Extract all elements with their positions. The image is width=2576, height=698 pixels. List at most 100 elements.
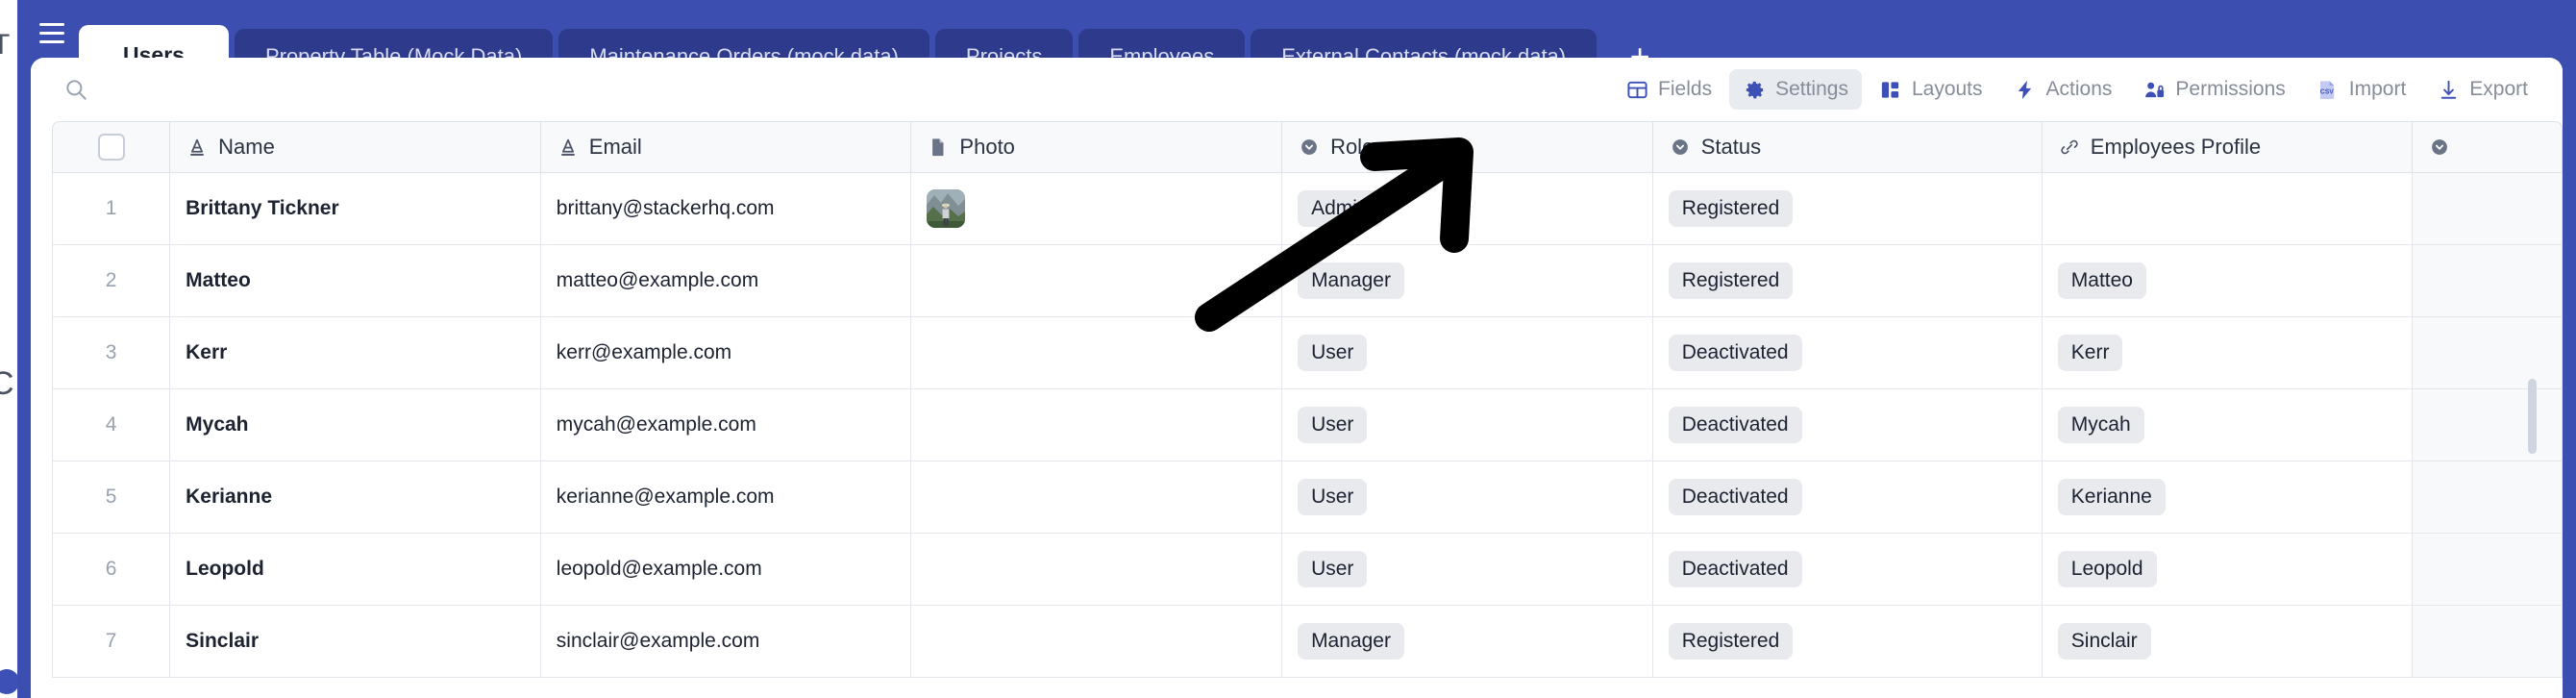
table-row[interactable]: 3 Kerr kerr@example.com User Deactivated Kerr — [52, 317, 2563, 389]
profile-cell[interactable]: Leopold — [2042, 534, 2414, 606]
toolbar-item-label: Export — [2469, 78, 2528, 100]
role-cell[interactable]: User — [1282, 317, 1653, 389]
column-header-select[interactable] — [2413, 121, 2563, 173]
column-header-employees-profile[interactable]: Employees Profile — [2042, 121, 2414, 173]
overflow-cell[interactable] — [2413, 317, 2563, 389]
vertical-scrollbar-thumb[interactable] — [2528, 379, 2537, 454]
toolbar-item-label: Layouts — [1911, 78, 1983, 100]
status-cell[interactable]: Deactivated — [1652, 317, 2043, 389]
toolbar-item-label: Fields — [1658, 78, 1713, 100]
row-number-cell[interactable]: 4 — [52, 389, 171, 461]
status-cell[interactable]: Registered — [1652, 606, 2043, 678]
row-number-cell[interactable]: 5 — [52, 461, 171, 534]
table-row[interactable]: 2 Matteo matteo@example.com Manager Register… — [52, 245, 2563, 317]
role-cell-badge: User — [1298, 407, 1368, 443]
profile-cell[interactable]: Sinclair — [2042, 606, 2414, 678]
table-header-row: Name Email Photo Role Status Employees P… — [52, 121, 2563, 173]
import-button[interactable]: CSV Import — [2303, 69, 2420, 110]
row-number-cell[interactable]: 3 — [52, 317, 171, 389]
table-row[interactable]: 4 Mycah mycah@example.com User Deactivated My… — [52, 389, 2563, 461]
role-cell[interactable]: Admin — [1282, 173, 1653, 245]
profile-cell[interactable]: Mycah — [2042, 389, 2414, 461]
email-cell[interactable]: brittany@stackerhq.com — [540, 173, 912, 245]
settings-button[interactable]: Settings — [1729, 69, 1862, 110]
role-cell-badge: Admin — [1298, 190, 1382, 227]
photo-cell[interactable] — [911, 606, 1283, 678]
role-cell[interactable]: Manager — [1282, 606, 1653, 678]
name-cell[interactable]: Brittany Tickner — [170, 173, 541, 245]
profile-cell[interactable]: Kerianne — [2042, 461, 2414, 534]
row-number-cell[interactable]: 2 — [52, 245, 171, 317]
column-header-name[interactable]: Name — [170, 121, 541, 173]
overflow-cell[interactable] — [2413, 389, 2563, 461]
ghost-text-fragment: C — [0, 365, 14, 402]
role-cell[interactable]: User — [1282, 461, 1653, 534]
row-number-cell[interactable]: 6 — [52, 534, 171, 606]
ghost-text-fragment: T — [0, 29, 11, 61]
table-row[interactable]: 1 Brittany Tickner brittany@stackerhq.com A… — [52, 173, 2563, 245]
photo-cell[interactable] — [911, 389, 1283, 461]
photo-cell[interactable] — [911, 317, 1283, 389]
photo-cell[interactable] — [911, 245, 1283, 317]
email-cell[interactable]: matteo@example.com — [540, 245, 912, 317]
column-header-photo[interactable]: Photo — [911, 121, 1283, 173]
email-cell[interactable]: sinclair@example.com — [540, 606, 912, 678]
photo-cell[interactable] — [911, 461, 1283, 534]
fields-button[interactable]: Fields — [1612, 69, 1725, 110]
table-container: Name Email Photo Role Status Employees P… — [52, 121, 2563, 698]
name-cell[interactable]: Leopold — [170, 534, 541, 606]
dropdown-icon — [1298, 136, 1321, 159]
toolbar-item-label: Import — [2348, 78, 2407, 100]
name-cell[interactable]: Kerianne — [170, 461, 541, 534]
overflow-cell[interactable] — [2413, 461, 2563, 534]
email-cell[interactable]: mycah@example.com — [540, 389, 912, 461]
status-cell[interactable]: Deactivated — [1652, 534, 2043, 606]
table-row[interactable]: 5 Kerianne kerianne@example.com User Deactiv… — [52, 461, 2563, 534]
overflow-cell[interactable] — [2413, 534, 2563, 606]
status-cell[interactable]: Deactivated — [1652, 389, 2043, 461]
row-number-cell[interactable]: 1 — [52, 173, 171, 245]
column-header-status[interactable]: Status — [1652, 121, 2043, 173]
column-header-email[interactable]: Email — [540, 121, 912, 173]
toolbar-actions: Fields Settings Layouts Actions Permissio… — [1612, 69, 2541, 110]
email-cell[interactable]: kerr@example.com — [540, 317, 912, 389]
search-icon[interactable] — [60, 73, 92, 106]
status-cell-badge: Deactivated — [1668, 479, 1802, 515]
name-cell[interactable]: Matteo — [170, 245, 541, 317]
profile-cell-badge: Mycah — [2057, 407, 2144, 443]
profile-cell-badge: Kerr — [2057, 335, 2123, 371]
column-header-select[interactable] — [52, 121, 171, 173]
overflow-cell[interactable] — [2413, 606, 2563, 678]
name-cell[interactable]: Mycah — [170, 389, 541, 461]
column-header-label: Name — [218, 135, 275, 159]
permissions-button[interactable]: Permissions — [2129, 69, 2298, 110]
name-cell[interactable]: Sinclair — [170, 606, 541, 678]
layouts-button[interactable]: Layouts — [1866, 69, 1996, 110]
overflow-cell[interactable] — [2413, 173, 2563, 245]
actions-button[interactable]: Actions — [2000, 69, 2126, 110]
role-cell[interactable]: User — [1282, 389, 1653, 461]
overflow-cell[interactable] — [2413, 245, 2563, 317]
column-header-role[interactable]: Role — [1282, 121, 1653, 173]
status-cell[interactable]: Registered — [1652, 245, 2043, 317]
profile-cell[interactable]: Kerr — [2042, 317, 2414, 389]
role-cell[interactable]: User — [1282, 534, 1653, 606]
photo-cell[interactable] — [911, 534, 1283, 606]
gear-icon — [1743, 78, 1766, 101]
role-cell[interactable]: Manager — [1282, 245, 1653, 317]
profile-cell[interactable] — [2042, 173, 2414, 245]
status-cell[interactable]: Registered — [1652, 173, 2043, 245]
row-number-cell[interactable]: 7 — [52, 606, 171, 678]
select-all-checkbox[interactable] — [97, 134, 125, 161]
photo-cell[interactable] — [911, 173, 1283, 245]
export-button[interactable]: Export — [2423, 69, 2541, 110]
name-cell[interactable]: Kerr — [170, 317, 541, 389]
column-header-label: Status — [1700, 135, 1762, 159]
profile-cell[interactable]: Matteo — [2042, 245, 2414, 317]
table-row[interactable]: 7 Sinclair sinclair@example.com Manager Regi… — [52, 606, 2563, 678]
file-icon — [927, 136, 950, 159]
email-cell[interactable]: kerianne@example.com — [540, 461, 912, 534]
status-cell[interactable]: Deactivated — [1652, 461, 2043, 534]
email-cell[interactable]: leopold@example.com — [540, 534, 912, 606]
table-row[interactable]: 6 Leopold leopold@example.com User Deactivat… — [52, 534, 2563, 606]
